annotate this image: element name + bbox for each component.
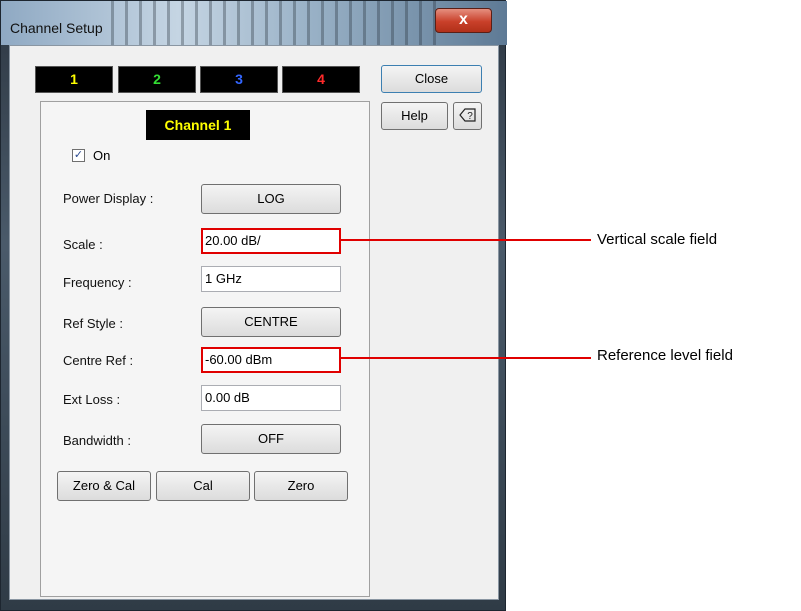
tab-channel-3[interactable]: 3 <box>200 66 278 93</box>
zero-button[interactable]: Zero <box>254 471 348 501</box>
ref-style-label: Ref Style : <box>63 316 123 331</box>
ext-loss-label: Ext Loss : <box>63 392 121 407</box>
help-button[interactable]: Help <box>381 102 448 130</box>
ref-style-button[interactable]: CENTRE <box>201 307 341 337</box>
tab-channel-4[interactable]: 4 <box>282 66 360 93</box>
channel-title: Channel 1 <box>146 110 250 140</box>
centre-ref-field[interactable]: -60.00 dBm <box>201 347 341 373</box>
dialog-client-area: 1 2 3 4 Close Help ? Channel 1 ✓ On Powe… <box>9 45 499 600</box>
centre-ref-label: Centre Ref : <box>63 353 134 368</box>
channel-setup-window: Channel Setup x 1 2 3 4 Close Help ? Cha… <box>0 0 507 611</box>
ref-callout-label: Reference level field <box>597 347 733 364</box>
channel-settings-panel: Channel 1 ✓ On Power Display : LOG Scale… <box>40 101 370 597</box>
scale-label: Scale : <box>63 237 103 252</box>
tab-channel-1[interactable]: 1 <box>35 66 113 93</box>
power-display-button[interactable]: LOG <box>201 184 341 214</box>
zero-and-cal-button[interactable]: Zero & Cal <box>57 471 151 501</box>
on-label: On <box>93 148 111 163</box>
frequency-label: Frequency : <box>63 275 132 290</box>
tab-channel-2[interactable]: 2 <box>118 66 196 93</box>
scale-callout-label: Vertical scale field <box>597 231 718 248</box>
bandwidth-label: Bandwidth : <box>63 433 131 448</box>
scale-callout-line <box>339 239 591 241</box>
help-cursor-icon: ? <box>458 108 476 122</box>
cal-button[interactable]: Cal <box>156 471 250 501</box>
ref-callout-line <box>339 357 591 359</box>
power-display-label: Power Display : <box>63 191 154 206</box>
ext-loss-field[interactable]: 0.00 dB <box>201 385 341 411</box>
window-close-button[interactable]: x <box>435 8 492 33</box>
context-help-button[interactable]: ? <box>453 102 482 130</box>
svg-text:?: ? <box>467 111 473 122</box>
close-button[interactable]: Close <box>381 65 482 93</box>
window-title: Channel Setup <box>10 20 103 36</box>
bandwidth-button[interactable]: OFF <box>201 424 341 454</box>
frequency-field[interactable]: 1 GHz <box>201 266 341 292</box>
on-checkbox[interactable]: ✓ <box>72 149 85 162</box>
scale-field[interactable]: 20.00 dB/ <box>201 228 341 254</box>
